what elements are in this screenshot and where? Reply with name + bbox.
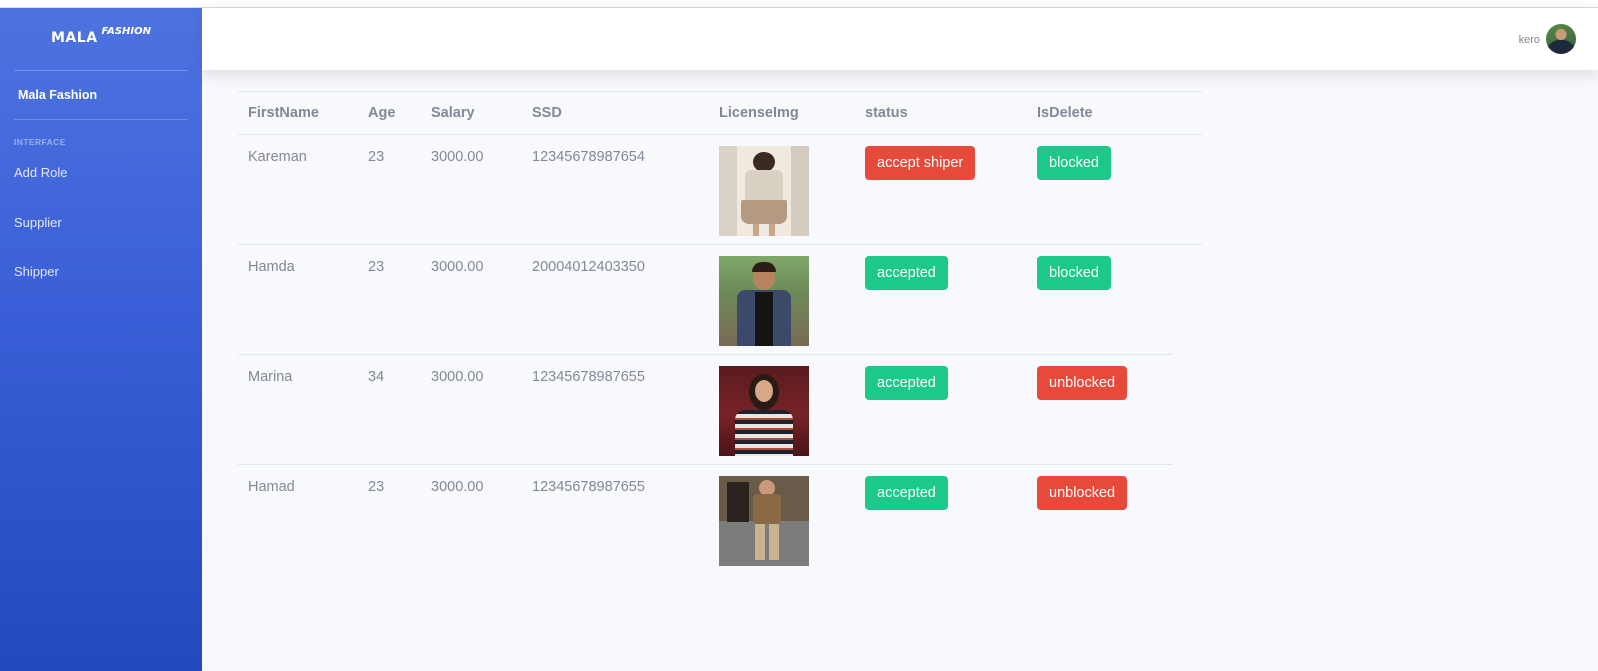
status-button[interactable]: accept shiper	[865, 146, 976, 180]
sidebar-heading-interface: INTERFACE	[14, 137, 66, 147]
cell-ssd: 12345678987654	[532, 149, 645, 165]
license-image	[719, 256, 809, 346]
main-content: FirstName Age Salary SSD LicenseImg stat…	[202, 70, 1598, 671]
cell-salary: 3000.00	[431, 369, 484, 385]
table-row: Marina 34 3000.00 12345678987655 accepte…	[238, 355, 1172, 465]
cell-first-name: Hamad	[248, 479, 295, 495]
cell-first-name: Kareman	[248, 149, 307, 165]
status-button[interactable]: accepted	[865, 476, 948, 510]
isdelete-button[interactable]: unblocked	[1037, 366, 1128, 400]
license-image	[719, 476, 809, 566]
license-image	[719, 146, 809, 236]
brand-tagline: FASHION	[101, 26, 151, 37]
cell-age: 23	[368, 479, 385, 495]
cell-salary: 3000.00	[431, 149, 484, 165]
column-header-age[interactable]: Age	[368, 105, 395, 121]
column-header-salary[interactable]: Salary	[431, 105, 475, 121]
cell-ssd: 12345678987655	[532, 479, 645, 495]
sidebar-item-label: Shipper	[14, 264, 59, 279]
table-header: FirstName Age Salary SSD LicenseImg stat…	[238, 91, 1202, 135]
license-image	[719, 366, 809, 456]
sidebar: MALA FASHION Mala Fashion INTERFACE Add …	[0, 8, 202, 671]
sidebar-divider	[14, 119, 188, 120]
column-header-ssd[interactable]: SSD	[532, 105, 562, 121]
brand-logo[interactable]: MALA FASHION	[0, 8, 202, 70]
sidebar-item-label: Supplier	[14, 215, 62, 230]
user-name[interactable]: kero	[1519, 34, 1540, 46]
cell-ssd: 12345678987655	[532, 369, 645, 385]
cell-ssd: 20004012403350	[532, 259, 645, 275]
cell-age: 23	[368, 259, 385, 275]
brand-name: MALA	[51, 30, 98, 46]
cell-age: 34	[368, 369, 385, 385]
table-row: Kareman 23 3000.00 12345678987654 accept…	[238, 135, 1202, 245]
cell-salary: 3000.00	[431, 259, 484, 275]
cell-first-name: Marina	[248, 369, 293, 385]
window-top-edge	[0, 0, 1598, 8]
column-header-status[interactable]: status	[865, 105, 908, 121]
table-row: Hamad 23 3000.00 12345678987655 accepted…	[238, 465, 1172, 575]
sidebar-item-label: Add Role	[14, 165, 68, 180]
isdelete-button[interactable]: unblocked	[1037, 476, 1128, 510]
sidebar-item-supplier[interactable]: Supplier	[0, 215, 202, 230]
status-button[interactable]: accepted	[865, 256, 948, 290]
shippers-table: FirstName Age Salary SSD LicenseImg stat…	[238, 91, 1202, 575]
cell-age: 23	[368, 149, 385, 165]
sidebar-item-shipper[interactable]: Shipper	[0, 264, 202, 279]
sidebar-item-mala-fashion[interactable]: Mala Fashion	[18, 88, 97, 102]
topbar: kero	[202, 8, 1598, 70]
isdelete-button[interactable]: blocked	[1037, 146, 1111, 180]
status-button[interactable]: accepted	[865, 366, 948, 400]
column-header-isdelete[interactable]: IsDelete	[1037, 105, 1093, 121]
sidebar-divider	[14, 70, 188, 71]
column-header-firstname[interactable]: FirstName	[248, 105, 319, 121]
cell-salary: 3000.00	[431, 479, 484, 495]
user-avatar[interactable]	[1546, 24, 1576, 54]
column-header-licenseimg[interactable]: LicenseImg	[719, 105, 799, 121]
sidebar-item-add-role[interactable]: Add Role	[0, 165, 202, 180]
table-row: Hamda 23 3000.00 20004012403350 accepted…	[238, 245, 1172, 355]
cell-first-name: Hamda	[248, 259, 295, 275]
isdelete-button[interactable]: blocked	[1037, 256, 1111, 290]
